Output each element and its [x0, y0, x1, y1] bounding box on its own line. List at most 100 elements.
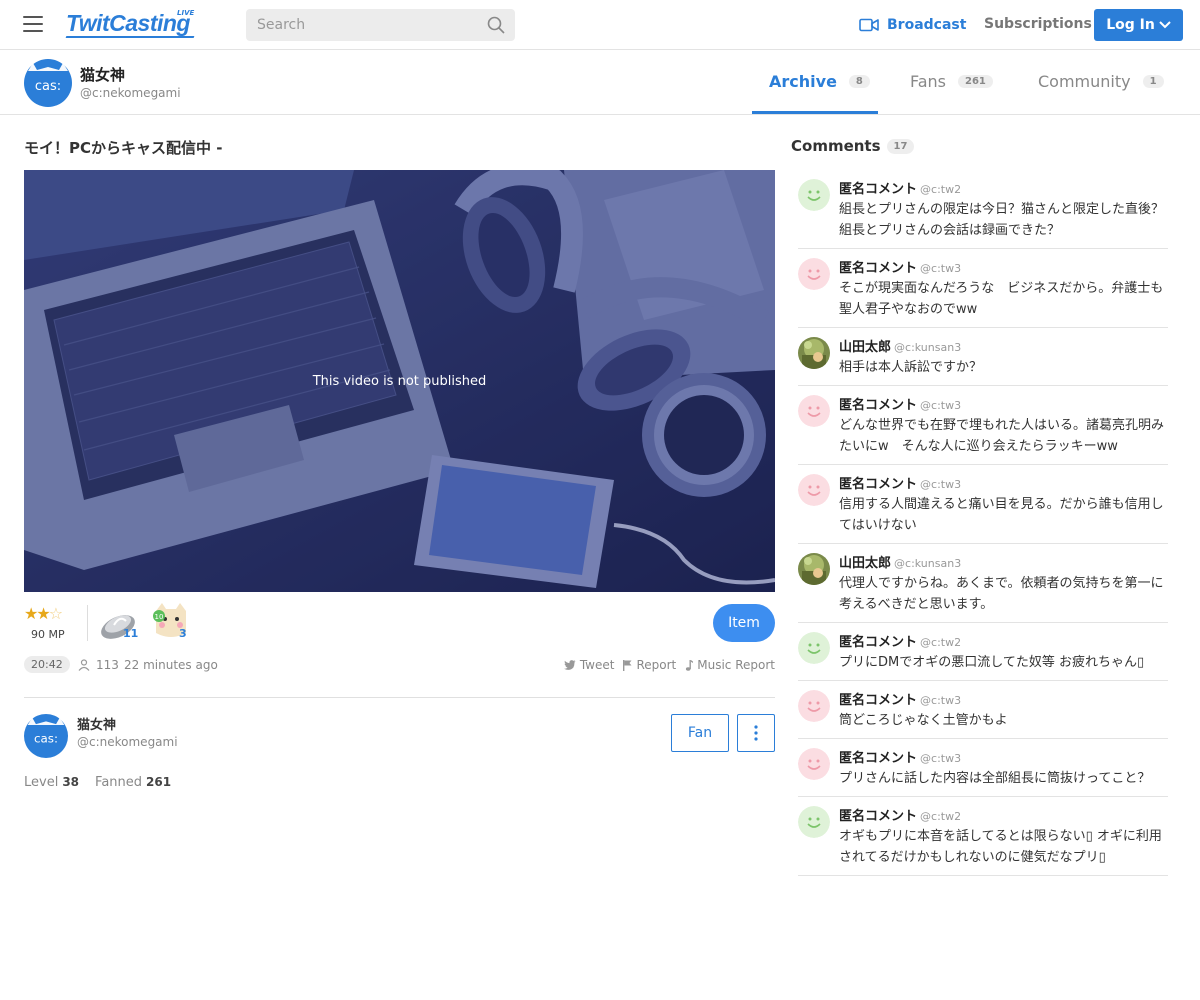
comment-author-id: @c:tw3 [920, 399, 962, 412]
subscriptions-link[interactable]: Subscriptions [984, 16, 1092, 32]
comment-text: 筒どころじゃなく土管かもよ [839, 713, 1008, 728]
comment-author[interactable]: 匿名コメント @c:tw2 [839, 178, 1168, 197]
time-ago: 22 minutes ago [124, 658, 218, 672]
tweet-link[interactable]: Tweet [563, 658, 615, 672]
search-icon[interactable] [487, 16, 505, 34]
user-icon [78, 659, 90, 671]
smiley-avatar-icon[interactable] [798, 806, 830, 838]
fan-button[interactable]: Fan [671, 714, 729, 752]
comment-item: 匿名コメント @c:tw2 オギもプリに本音を話してるとは限らない▯ オギに利用され… [798, 797, 1168, 876]
owner-avatar[interactable]: cas: [24, 714, 68, 758]
smiley-avatar-icon[interactable] [798, 632, 830, 664]
user-avatar[interactable] [798, 337, 830, 369]
comments-header: Comments 17 [791, 137, 915, 155]
item-button[interactable]: Item [713, 604, 775, 642]
tab-archive[interactable]: Archive 8 [769, 72, 870, 91]
fanned-stat: Fanned 261 [95, 775, 172, 790]
music-note-icon [686, 659, 694, 671]
level-value: 38 [62, 775, 80, 789]
comment-text: 組長とプリさんの限定は今日？猫さんと限定した直後？ 組長とプリさんの会話は録画で… [839, 202, 1165, 238]
tab-community[interactable]: Community 1 [1038, 72, 1164, 91]
smiley-avatar-icon[interactable] [798, 474, 830, 506]
comment-author-id: @c:kunsan3 [894, 341, 962, 354]
comment-author[interactable]: 匿名コメント @c:tw3 [839, 257, 1168, 276]
top-navbar: TwitCasting LIVE Broadcast Subscriptions… [0, 0, 1200, 50]
divider [24, 697, 775, 698]
comment-item: 匿名コメント @c:tw3 信用する人間違えると痛い目を見る。だから誰も信用してはい… [798, 465, 1168, 544]
smiley-avatar-icon[interactable] [798, 690, 830, 722]
tweet-label: Tweet [579, 658, 615, 672]
music-report-link[interactable]: Music Report [685, 658, 775, 672]
video-camera-icon [859, 18, 879, 32]
comment-author[interactable]: 山田太郎 @c:kunsan3 [839, 336, 1168, 355]
cat-doll-icon[interactable]: 10 [150, 601, 194, 641]
profile-bar: cas: 猫女神 @c:nekomegami Archive 8 Fans 26… [0, 50, 1200, 115]
gift-count: 3 [179, 627, 187, 640]
comment-author[interactable]: 山田太郎 @c:kunsan3 [839, 552, 1168, 571]
broadcast-link[interactable]: Broadcast [859, 16, 966, 34]
comment-author-id: @c:tw3 [920, 478, 962, 491]
level-stat: Level 38 [24, 775, 80, 790]
comment-author-id: @c:kunsan3 [894, 557, 962, 570]
vertical-ellipsis-icon [754, 725, 758, 741]
user-avatar[interactable] [798, 553, 830, 585]
owner-name[interactable]: 猫女神 [77, 714, 116, 733]
comment-text: プリさんに話した内容は全部組長に筒抜けってこと？ [839, 771, 1151, 786]
comment-author[interactable]: 匿名コメント @c:tw3 [839, 747, 1168, 766]
comment-item: 山田太郎 @c:kunsan3 相手は本人訴訟ですか？ [798, 328, 1168, 386]
gift-level: 10 [155, 613, 164, 621]
tab-count: 1 [1142, 75, 1164, 88]
comment-author[interactable]: 匿名コメント @c:tw2 [839, 805, 1168, 824]
login-button[interactable]: Log In [1094, 9, 1183, 41]
more-options-button[interactable] [737, 714, 775, 752]
comment-text: オギもプリに本音を話してるとは限らない▯ オギに利用されてるだけかもしれないのに… [839, 829, 1162, 865]
tab-label: Community [1038, 72, 1131, 91]
viewer-count-value: 113 [96, 658, 119, 672]
comment-text: そこが現実面なんだろうな ビジネスだから。弁護士も聖人君子やなおのでww [839, 281, 1164, 317]
smiley-avatar-icon[interactable] [798, 258, 830, 290]
report-link[interactable]: Report [623, 658, 676, 672]
tab-count: 8 [848, 75, 870, 88]
avatar-text: cas: [35, 79, 61, 94]
comment-list: 匿名コメント @c:tw2 組長とプリさんの限定は今日？猫さんと限定した直後？ 組長… [798, 170, 1168, 876]
smiley-avatar-icon[interactable] [798, 179, 830, 211]
profile-name[interactable]: 猫女神 [80, 64, 125, 85]
comment-author[interactable]: 匿名コメント @c:tw3 [839, 473, 1168, 492]
duration-badge: 20:42 [24, 656, 70, 673]
hamburger-menu-icon[interactable] [23, 16, 43, 32]
star-half-icon: ☆ [48, 604, 63, 623]
smiley-avatar-icon[interactable] [798, 748, 830, 780]
profile-id: @c:nekomegami [80, 86, 181, 100]
comment-item: 匿名コメント @c:tw2 プリにDMでオギの悪口流してた奴等 お疲れちゃん▯ [798, 623, 1168, 681]
tab-label: Fans [910, 72, 947, 91]
viewer-count: 113 [78, 658, 119, 672]
video-player[interactable]: This video is not published [24, 170, 775, 592]
rating-stars: ★★☆ [24, 604, 63, 623]
mp-value: 90 MP [31, 628, 65, 641]
login-label: Log In [1106, 17, 1155, 33]
comment-author-id: @c:tw2 [920, 183, 962, 196]
comment-author[interactable]: 匿名コメント @c:tw3 [839, 689, 1168, 708]
comment-author-id: @c:tw2 [920, 636, 962, 649]
profile-avatar[interactable]: cas: [24, 59, 72, 107]
logo-underline [65, 36, 195, 38]
comment-author-id: @c:tw3 [920, 752, 962, 765]
twitcasting-logo[interactable]: TwitCasting [66, 10, 190, 37]
smiley-avatar-icon[interactable] [798, 395, 830, 427]
comment-item: 匿名コメント @c:tw2 組長とプリさんの限定は今日？猫さんと限定した直後？ 組長… [798, 170, 1168, 249]
chevron-down-icon [1159, 21, 1171, 29]
logo-live-badge: LIVE [177, 9, 195, 17]
comment-author-id: @c:tw2 [920, 810, 962, 823]
star-icon: ★ [24, 604, 38, 623]
comment-text: プリにDMでオギの悪口流してた奴等 お疲れちゃん▯ [839, 655, 1145, 670]
search-input[interactable] [246, 9, 515, 41]
tab-fans[interactable]: Fans 261 [910, 72, 993, 91]
comment-item: 匿名コメント @c:tw3 筒どころじゃなく土管かもよ [798, 681, 1168, 739]
comment-author[interactable]: 匿名コメント @c:tw2 [839, 631, 1168, 650]
movie-actions: Tweet Report Music Report [563, 658, 775, 672]
comment-item: 匿名コメント @c:tw3 そこが現実面なんだろうな ビジネスだから。弁護士も聖人君… [798, 249, 1168, 328]
twitter-bird-icon [563, 660, 576, 670]
tab-count: 261 [958, 75, 993, 88]
comment-author[interactable]: 匿名コメント @c:tw3 [839, 394, 1168, 413]
comment-author-id: @c:tw3 [920, 262, 962, 275]
